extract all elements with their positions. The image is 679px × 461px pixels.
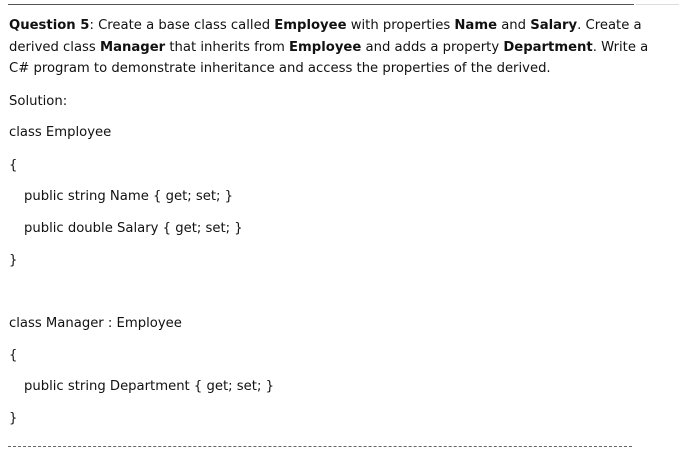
code-employee-name-property: public string Name { get; set; }: [24, 189, 234, 204]
bottom-dashed-rule: [8, 446, 632, 447]
code-employee-declaration: class Employee: [9, 125, 112, 140]
code-manager-department-property: public string Department { get; set; }: [24, 379, 274, 394]
code-employee-open-brace: {: [9, 158, 18, 173]
question-label: Question 5: [9, 18, 90, 33]
code-manager-declaration: class Manager : Employee: [9, 316, 182, 331]
top-rule: [8, 4, 634, 5]
question-text: Question 5: Create a base class called E…: [9, 18, 649, 77]
solution-label: Solution:: [9, 94, 68, 109]
code-employee-salary-property: public double Salary { get; set; }: [24, 221, 243, 236]
top-rule-extension: [636, 4, 679, 5]
keyword-employee-2: Employee: [289, 39, 362, 55]
keyword-department: Department: [503, 39, 593, 55]
keyword-employee: Employee: [274, 18, 347, 33]
code-employee-close-brace: }: [9, 253, 18, 268]
keyword-manager: Manager: [99, 39, 166, 55]
keyword-salary: Salary: [530, 18, 578, 33]
code-manager-open-brace: {: [9, 348, 18, 363]
code-manager-close-brace: }: [9, 411, 18, 426]
keyword-name: Name: [454, 18, 498, 33]
